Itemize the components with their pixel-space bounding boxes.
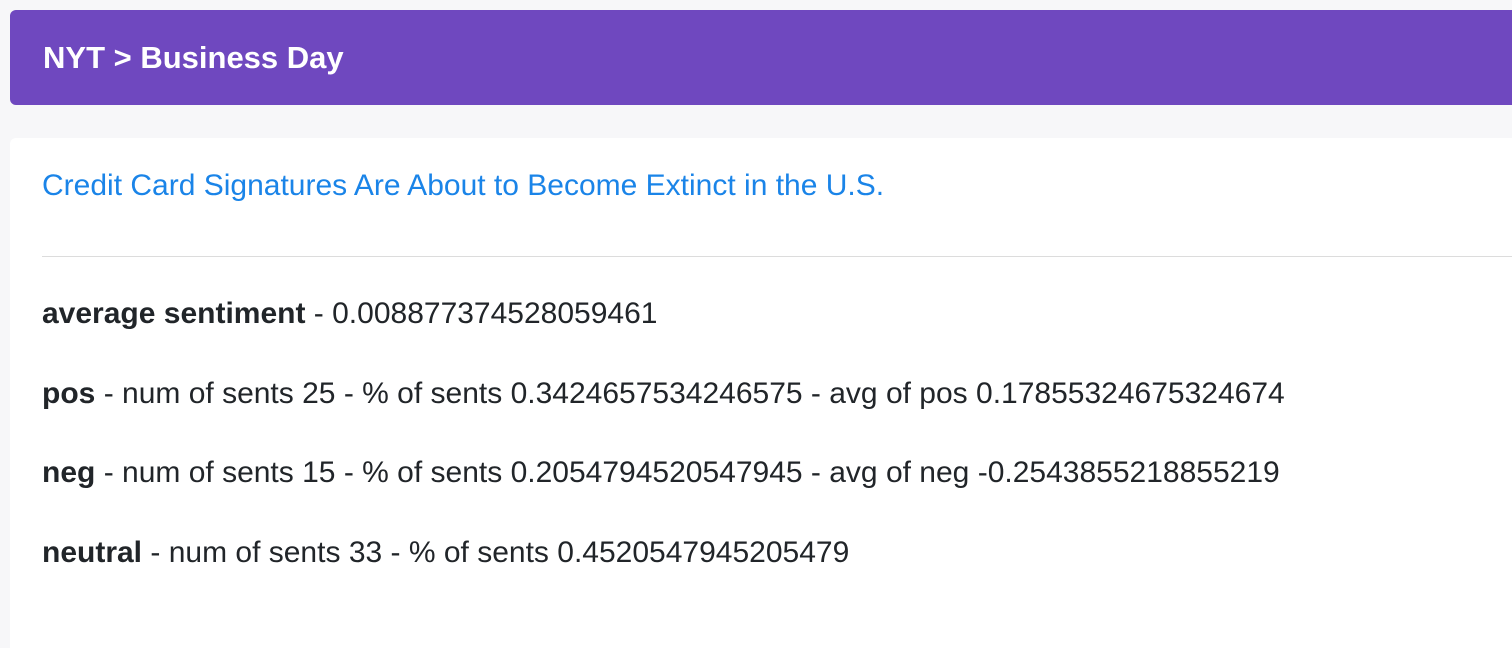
neutral-pct-label: % of sents xyxy=(408,536,549,569)
neutral-num-label: num of sents xyxy=(168,536,341,569)
neutral-num-value: 33 xyxy=(348,536,383,569)
average-sentiment-label: average sentiment xyxy=(42,297,306,330)
header-bar: NYT > Business Day xyxy=(10,10,1512,105)
neutral-pct-value: 0.4520547945205479 xyxy=(557,536,850,569)
divider xyxy=(42,256,1512,257)
pos-pct-value: 0.3424657534246575 xyxy=(510,377,803,410)
pos-num-value: 25 xyxy=(302,377,336,410)
pos-avg-value: 0.17855324675324674 xyxy=(976,377,1285,410)
pos-avg-label: avg of pos xyxy=(829,377,968,410)
neutral-label: neutral xyxy=(42,536,143,569)
neg-num-label: num of sents xyxy=(122,456,294,489)
neg-pct-label: % of sents xyxy=(362,456,503,489)
neutral-row: neutral - num of sents 33 - % of sents 0… xyxy=(42,536,850,569)
neg-row: neg - num of sents 15 - % of sents 0.205… xyxy=(42,456,1280,489)
pos-row: pos - num of sents 25 - % of sents 0.342… xyxy=(42,377,1285,410)
neg-avg-label: avg of neg xyxy=(829,456,970,489)
feed-title: NYT > Business Day xyxy=(43,40,344,75)
neg-num-value: 15 xyxy=(302,456,336,489)
pos-num-label: num of sents xyxy=(122,377,294,410)
article-card: Credit Card Signatures Are About to Beco… xyxy=(10,138,1512,648)
pos-label: pos xyxy=(42,377,96,410)
neg-avg-value: -0.2543855218855219 xyxy=(977,456,1280,489)
neg-label: neg xyxy=(42,456,96,489)
pos-pct-label: % of sents xyxy=(362,377,503,410)
article-title-link[interactable]: Credit Card Signatures Are About to Beco… xyxy=(42,168,884,204)
page: NYT > Business Day Credit Card Signature… xyxy=(0,0,1512,648)
average-sentiment-value: 0.008877374528059461 xyxy=(332,297,658,330)
average-sentiment-row: average sentiment - 0.008877374528059461 xyxy=(42,297,658,330)
neg-pct-value: 0.2054794520547945 xyxy=(510,456,803,489)
